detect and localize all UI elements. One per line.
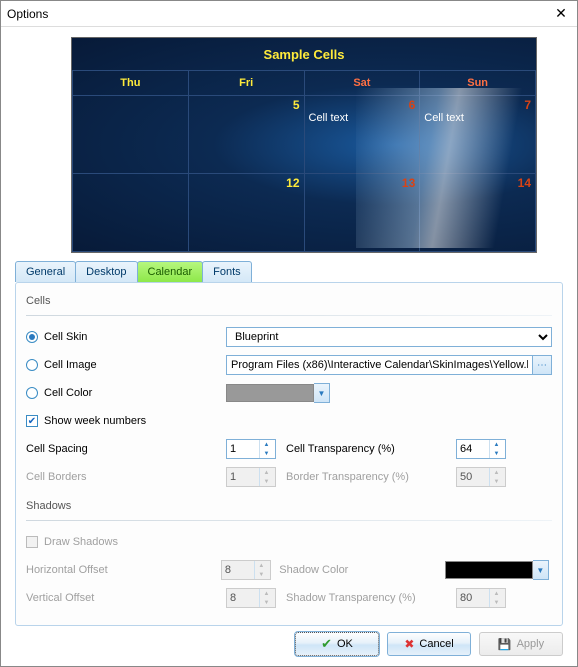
tab-calendar[interactable]: Calendar	[137, 261, 204, 282]
apply-button: 💾Apply	[479, 632, 563, 656]
close-icon[interactable]: ✕	[551, 5, 571, 22]
cell-spacing-spinner[interactable]: ▲▼	[226, 439, 276, 459]
cell-color-dropdown[interactable]: ▼	[314, 383, 330, 403]
show-week-checkbox[interactable]: ✔	[26, 415, 38, 427]
tab-bar: General Desktop Calendar Fonts	[15, 261, 577, 282]
tab-desktop[interactable]: Desktop	[75, 261, 137, 282]
radio-cell-image[interactable]	[26, 359, 38, 371]
preview-row: 12 13 14	[73, 174, 536, 252]
preview-title: Sample Cells	[73, 38, 536, 71]
x-icon: ✖	[404, 637, 414, 651]
disk-icon: 💾	[498, 638, 512, 651]
cell-image-input[interactable]	[226, 355, 532, 375]
ok-button[interactable]: ✔OK	[295, 632, 379, 656]
cell-skin-select[interactable]: Blueprint	[226, 327, 552, 347]
tab-general[interactable]: General	[15, 261, 76, 282]
group-cells: Cells	[26, 295, 552, 307]
radio-cell-skin[interactable]	[26, 331, 38, 343]
shadow-color-dropdown: ▼	[533, 560, 549, 580]
dialog-buttons: ✔OK ✖Cancel 💾Apply	[295, 632, 563, 656]
preview-header-row: Thu Fri Sat Sun	[73, 71, 536, 96]
cell-transparency-spinner[interactable]: ▲▼	[456, 439, 506, 459]
settings-panel: Cells Cell Skin Blueprint Cell Image ⋯ C…	[15, 282, 563, 626]
browse-button[interactable]: ⋯	[532, 355, 552, 375]
h-offset-spinner: ▲▼	[221, 560, 271, 580]
window-title: Options	[7, 7, 551, 21]
border-transparency-spinner: ▲▼	[456, 467, 506, 487]
group-shadows: Shadows	[26, 500, 552, 512]
cancel-button[interactable]: ✖Cancel	[387, 632, 471, 656]
draw-shadows-checkbox	[26, 536, 38, 548]
preview-pane: Sample Cells Thu Fri Sat Sun 5 6Cell tex…	[71, 37, 537, 253]
titlebar: Options ✕	[1, 1, 577, 27]
cell-borders-spinner: ▲▼	[226, 467, 276, 487]
radio-cell-color[interactable]	[26, 387, 38, 399]
tab-fonts[interactable]: Fonts	[202, 261, 252, 282]
cell-color-swatch[interactable]	[226, 384, 314, 402]
preview-row: 5 6Cell text 7Cell text	[73, 96, 536, 174]
check-icon: ✔	[321, 636, 332, 652]
shadow-transparency-spinner: ▲▼	[456, 588, 506, 608]
shadow-color-swatch	[445, 561, 533, 579]
v-offset-spinner: ▲▼	[226, 588, 276, 608]
